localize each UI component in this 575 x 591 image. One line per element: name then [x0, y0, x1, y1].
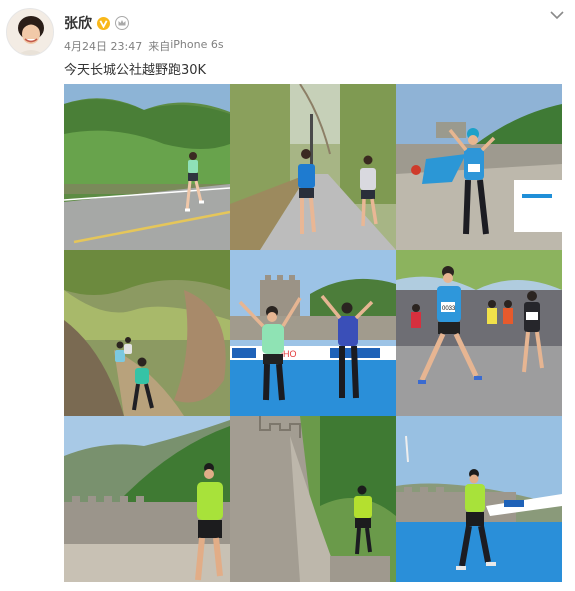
avatar-portrait — [7, 9, 53, 55]
photo-6-bib: 0033 — [442, 306, 456, 312]
source-prefix: 来自 — [148, 40, 171, 53]
photo-1[interactable] — [64, 84, 230, 250]
post-meta: 4月24日 23:47 来自 iPhone 6s — [64, 38, 224, 54]
photo-1-image — [64, 84, 230, 250]
weibo-post-card: 张欣 4月24日 23:47 来自iPhone 6s 今天长城公社越野跑30K — [0, 0, 575, 591]
photo-8[interactable] — [230, 416, 396, 582]
photo-9-image — [396, 416, 562, 582]
verified-v-icon — [97, 16, 110, 30]
photo-7[interactable] — [64, 416, 230, 582]
photo-3[interactable] — [396, 84, 562, 250]
crown-icon[interactable] — [115, 16, 129, 30]
username[interactable]: 张欣 — [64, 13, 92, 33]
post-text: 今天长城公社越野跑30K — [64, 63, 207, 78]
post-date[interactable]: 4月24日 23:47 — [64, 38, 142, 54]
photo-2[interactable] — [230, 84, 396, 250]
photo-4[interactable] — [64, 250, 230, 416]
photo-5-image: SOHO — [230, 250, 396, 416]
photo-3-image — [396, 84, 562, 250]
post-source: iPhone 6s — [170, 38, 224, 51]
photo-2-image — [230, 84, 396, 250]
photo-7-image — [64, 416, 230, 582]
photo-8-image — [230, 416, 396, 582]
photo-6-image: 0033 — [396, 250, 562, 416]
chevron-down-icon[interactable] — [548, 7, 566, 21]
avatar[interactable] — [6, 8, 54, 56]
photo-6[interactable]: 0033 — [396, 250, 562, 416]
username-row: 张欣 — [64, 13, 129, 33]
photo-5[interactable]: SOHO — [230, 250, 396, 416]
photo-grid: SOHO 0033 — [64, 84, 562, 584]
photo-4-image — [64, 250, 230, 416]
photo-9[interactable] — [396, 416, 562, 582]
